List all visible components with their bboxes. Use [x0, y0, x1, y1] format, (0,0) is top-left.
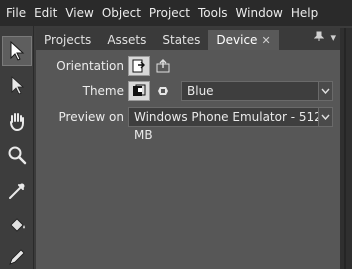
splitter-divider — [344, 28, 346, 269]
preview-target-select[interactable]: Windows Phone Emulator - 512 MB — [128, 107, 333, 142]
tab-projects[interactable]: Projects — [36, 30, 99, 50]
eyedropper-icon[interactable] — [2, 176, 32, 206]
landscape-orientation-icon[interactable] — [152, 56, 174, 76]
portrait-orientation-icon[interactable] — [128, 56, 150, 76]
panel-menu-chevron-down-icon[interactable]: ▾ — [330, 31, 336, 45]
menu-project[interactable]: Project — [145, 0, 194, 26]
pencil-icon[interactable] — [2, 242, 32, 269]
menu-object[interactable]: Object — [98, 0, 145, 26]
menu-bar: File Edit View Object Project Tools Wind… — [0, 0, 352, 26]
zoom-magnifier-icon[interactable] — [2, 140, 32, 170]
paint-bucket-icon[interactable] — [2, 210, 32, 240]
direct-selection-tool-icon[interactable] — [2, 70, 32, 100]
tab-device[interactable]: Device ✕ — [208, 30, 279, 50]
accent-color-select[interactable]: Blue — [181, 81, 333, 101]
tab-assets[interactable]: Assets — [99, 30, 154, 50]
pan-hand-icon[interactable] — [2, 106, 32, 136]
orientation-label: Orientation — [56, 59, 124, 73]
light-theme-icon[interactable] — [152, 81, 174, 101]
selection-tool-icon[interactable] — [2, 36, 32, 66]
theme-label: Theme — [82, 84, 124, 98]
device-settings: Orientation Theme Blue Preview on Window… — [36, 50, 340, 269]
chevron-down-icon[interactable] — [318, 82, 332, 100]
menu-help[interactable]: Help — [287, 0, 322, 26]
close-icon[interactable]: ✕ — [261, 34, 270, 47]
accent-color-value: Blue — [187, 84, 214, 98]
tab-states[interactable]: States — [154, 30, 208, 50]
tools-toolbar — [0, 26, 34, 269]
menu-edit[interactable]: Edit — [30, 0, 61, 26]
preview-on-label: Preview on — [58, 110, 124, 124]
pin-icon[interactable] — [314, 31, 325, 45]
menu-window[interactable]: Window — [232, 0, 287, 26]
menu-view[interactable]: View — [61, 0, 97, 26]
dark-theme-icon[interactable] — [128, 81, 150, 101]
menu-tools[interactable]: Tools — [194, 0, 232, 26]
panel-tools: ▾ — [314, 31, 336, 45]
preview-target-value: Windows Phone Emulator - 512 MB — [134, 110, 322, 142]
tab-device-label: Device — [216, 33, 258, 47]
device-panel: Projects Assets States Device ✕ ▾ Orienta… — [36, 28, 340, 269]
menu-file[interactable]: File — [2, 0, 30, 26]
chevron-down-icon[interactable] — [318, 108, 332, 126]
panel-tab-strip: Projects Assets States Device ✕ ▾ — [36, 28, 340, 50]
panel-splitter[interactable] — [340, 28, 352, 269]
